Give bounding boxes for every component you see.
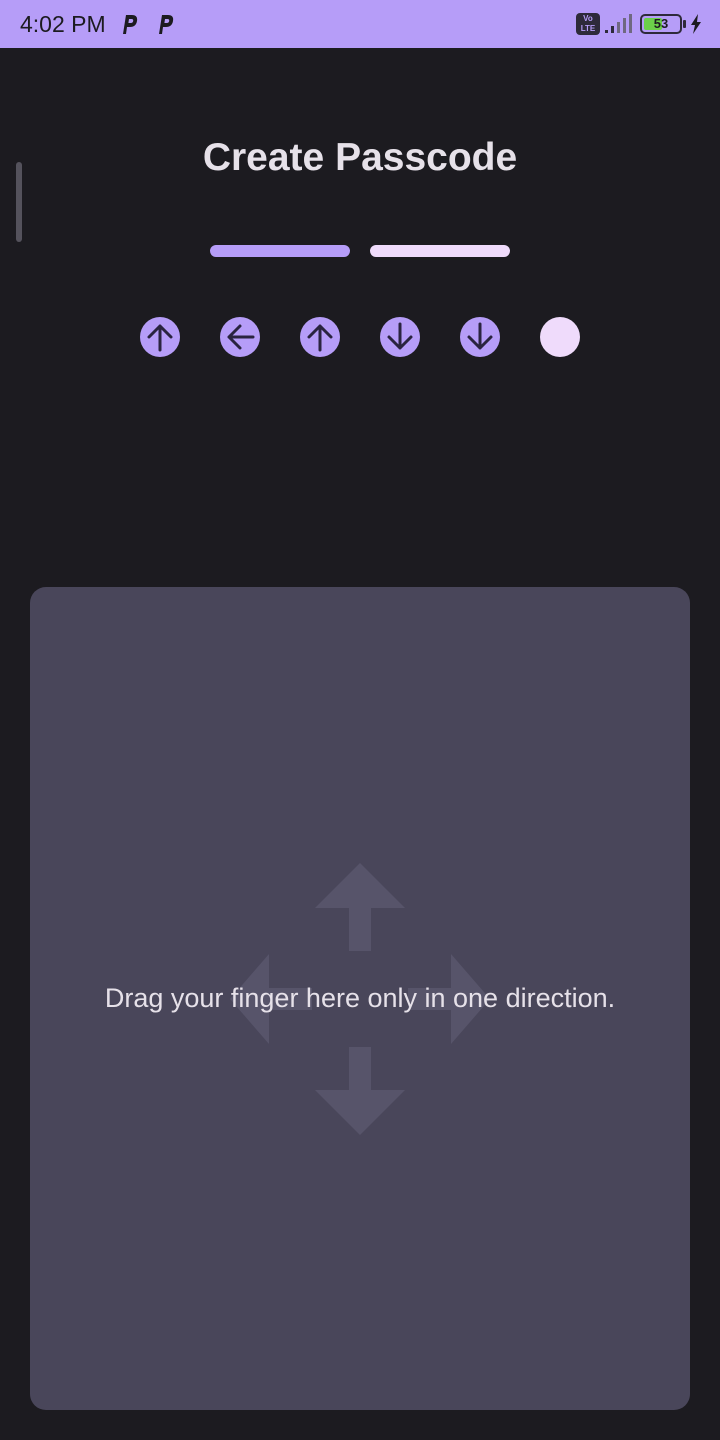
status-bar: 4:02 PM Vo LTE 53 [0,0,720,48]
p-app-icon [120,12,140,36]
battery-icon: 53 [640,14,682,34]
passcode-dot [220,317,260,357]
passcode-dot [380,317,420,357]
volte-badge: Vo LTE [576,13,600,35]
arrow-up-icon [147,324,173,352]
progress-step-completed [210,245,350,257]
passcode-dot [460,317,500,357]
page-title: Create Passcode [202,136,518,179]
arrow-down-icon [467,322,493,350]
status-time: 4:02 PM [20,11,106,37]
battery-level: 53 [653,16,669,31]
arrow-down-icon [387,322,413,350]
signal-icon [604,14,634,39]
battery-cap [683,20,686,28]
passcode-dot [300,317,340,357]
passcode-dot-empty [540,317,580,357]
gesture-pad[interactable]: Drag your finger here only in one direct… [30,587,690,1410]
charging-bolt-icon [690,14,702,39]
arrow-up-icon [307,324,333,352]
progress-step-pending [370,245,510,257]
arrow-left-icon [227,324,255,350]
status-indicators: Vo LTE 53 [576,12,706,36]
passcode-dot [140,317,180,357]
p-app-icon [156,12,176,36]
gesture-hint: Drag your finger here only in one direct… [104,983,616,1013]
